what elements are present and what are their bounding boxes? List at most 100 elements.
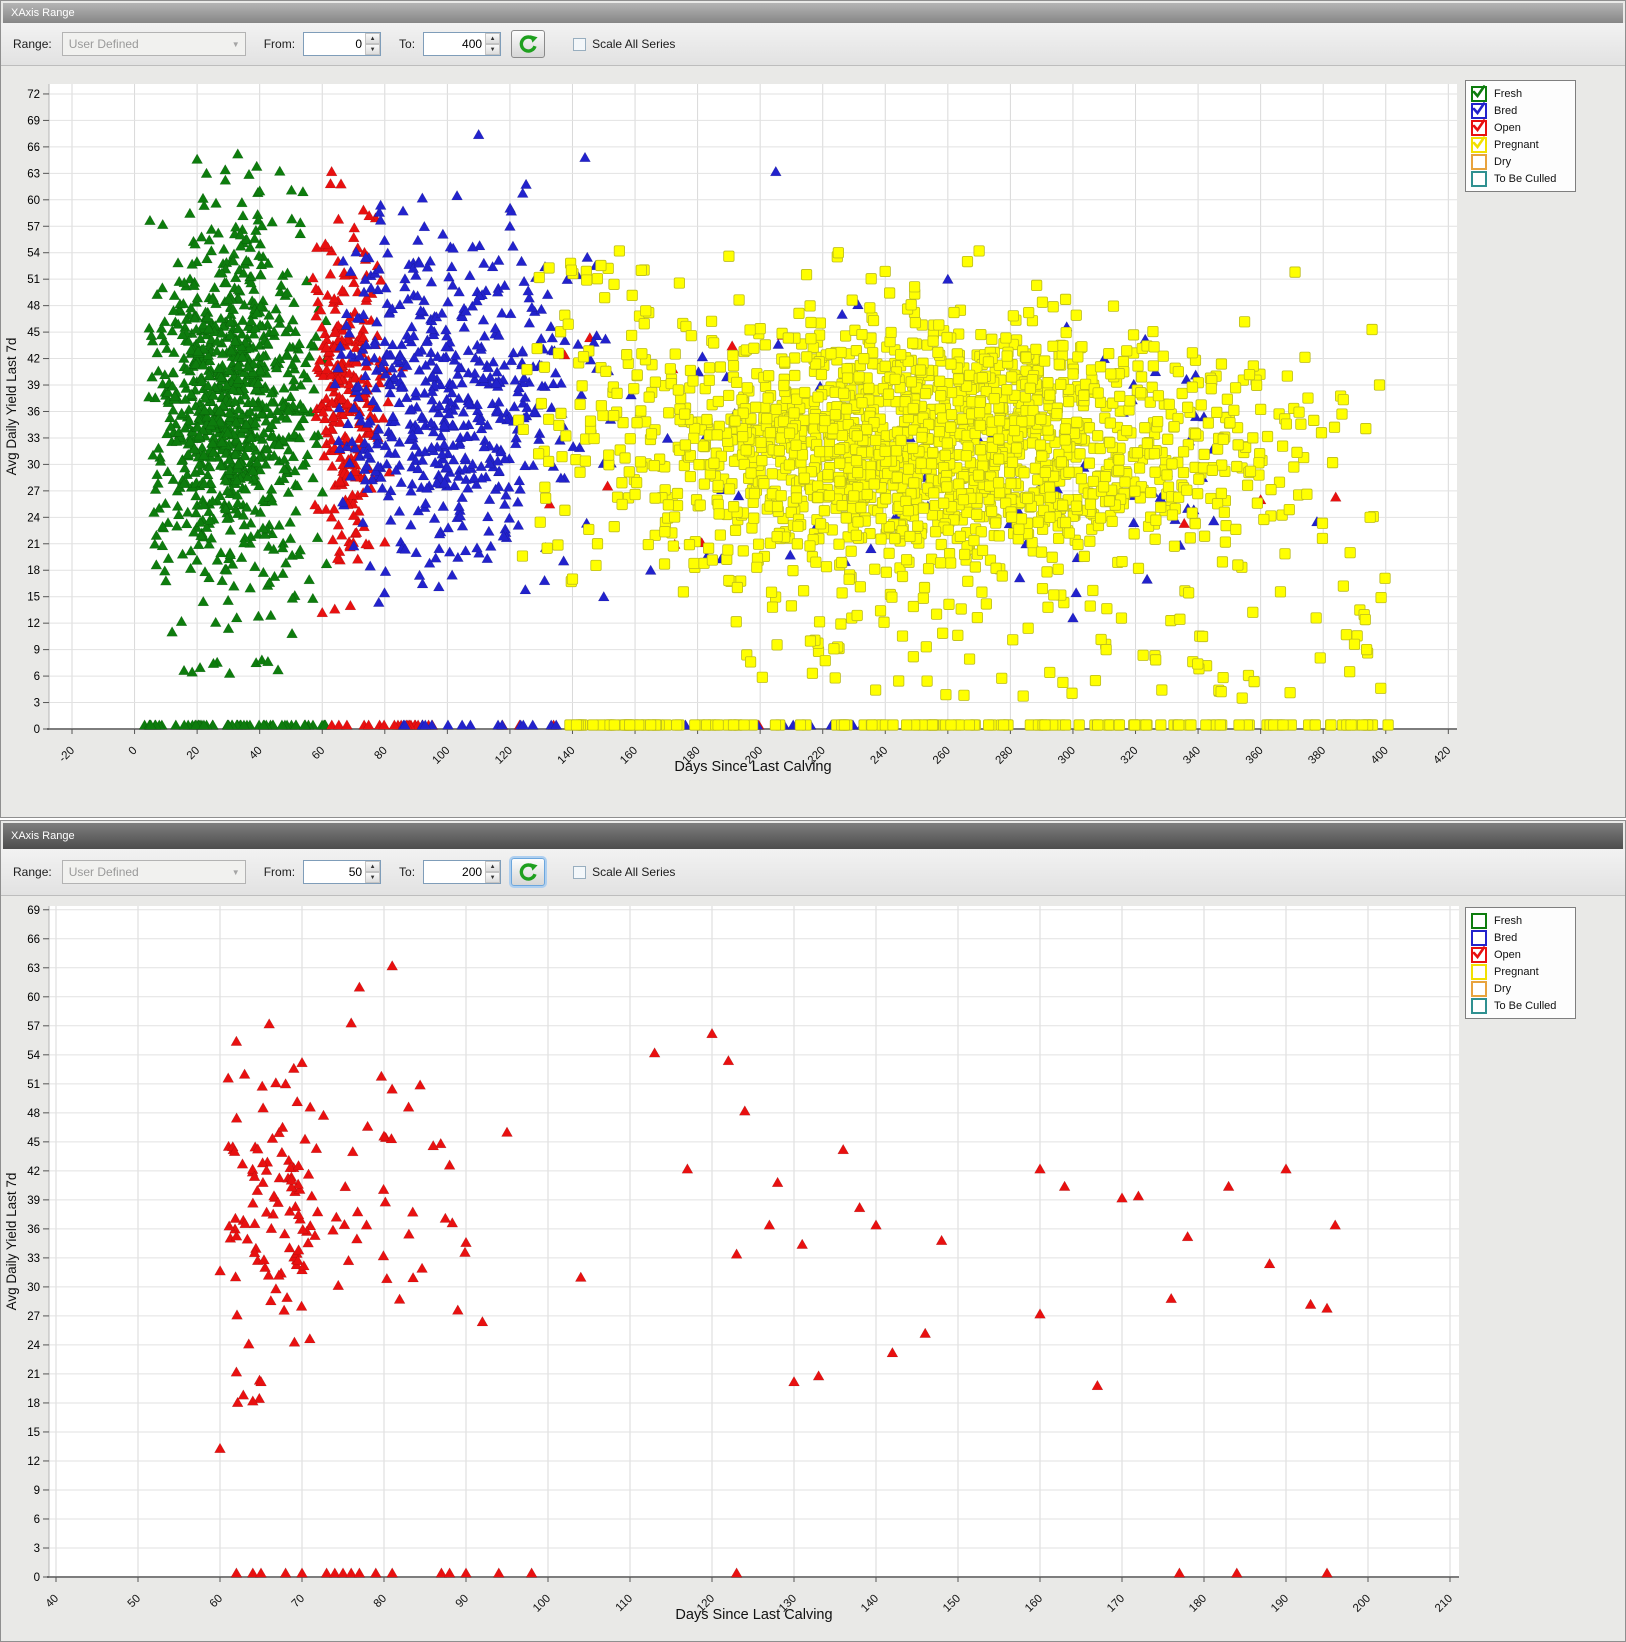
legend-checkbox-pregnant[interactable] — [1471, 964, 1487, 980]
chart-region: 0369121518212427303336394245485154576063… — [1, 66, 1626, 818]
legend-item-to-be-culled[interactable]: To Be Culled — [1471, 170, 1567, 187]
legend-item-pregnant[interactable]: Pregnant — [1471, 136, 1567, 153]
svg-text:57: 57 — [27, 221, 40, 233]
svg-text:200: 200 — [1351, 1593, 1373, 1615]
svg-text:210: 210 — [1433, 1593, 1455, 1615]
scale-all-series-label: Scale All Series — [592, 865, 675, 879]
to-input[interactable] — [424, 861, 485, 883]
panel-title: XAxis Range — [11, 7, 75, 19]
svg-text:40: 40 — [44, 1593, 62, 1611]
svg-text:120: 120 — [493, 745, 515, 767]
from-input[interactable] — [304, 33, 365, 55]
svg-text:360: 360 — [1244, 745, 1266, 767]
to-input[interactable] — [424, 33, 485, 55]
svg-text:24: 24 — [27, 512, 40, 524]
svg-text:54: 54 — [27, 248, 40, 260]
chart-legend: FreshBredOpen Pregnant Dry To Be Culled — [1465, 907, 1576, 1019]
to-spinner: ▲ ▼ — [423, 860, 501, 884]
svg-text:9: 9 — [34, 1485, 40, 1497]
legend-checkbox-to-be-culled[interactable] — [1471, 171, 1487, 187]
legend-item-bred[interactable]: Bred — [1471, 929, 1567, 946]
to-label: To: — [399, 37, 415, 51]
legend-label-dry: Dry — [1494, 983, 1511, 995]
svg-text:150: 150 — [941, 1593, 963, 1615]
spin-up-icon[interactable]: ▲ — [485, 861, 500, 872]
svg-text:63: 63 — [27, 963, 40, 975]
legend-checkbox-bred[interactable] — [1471, 930, 1487, 946]
svg-text:24: 24 — [27, 1340, 40, 1352]
svg-text:380: 380 — [1306, 745, 1328, 767]
range-label: Range: — [13, 37, 52, 51]
legend-item-open[interactable]: Open — [1471, 119, 1567, 136]
svg-text:70: 70 — [290, 1593, 308, 1611]
legend-item-open[interactable]: Open — [1471, 946, 1567, 963]
legend-item-dry[interactable]: Dry — [1471, 980, 1567, 997]
legend-checkbox-fresh[interactable] — [1471, 86, 1487, 102]
legend-checkbox-open[interactable] — [1471, 120, 1487, 136]
xaxis-range-panel-top: XAxis Range Range: User Defined ▼ From: … — [0, 0, 1626, 818]
svg-text:80: 80 — [372, 745, 390, 763]
panel-titlebar[interactable]: XAxis Range — [3, 823, 1623, 849]
legend-label-pregnant: Pregnant — [1494, 966, 1539, 978]
spin-down-icon[interactable]: ▼ — [485, 872, 500, 883]
legend-checkbox-dry[interactable] — [1471, 981, 1487, 997]
svg-text:260: 260 — [931, 745, 953, 767]
scale-all-series-checkbox[interactable]: Scale All Series — [573, 865, 675, 879]
svg-text:18: 18 — [27, 1398, 40, 1410]
legend-label-pregnant: Pregnant — [1494, 139, 1539, 151]
legend-checkbox-to-be-culled[interactable] — [1471, 998, 1487, 1014]
svg-text:190: 190 — [1269, 1593, 1291, 1615]
svg-text:90: 90 — [454, 1593, 472, 1611]
chart-region: 0369121518212427303336394245485154576063… — [1, 896, 1626, 1642]
svg-text:60: 60 — [208, 1593, 226, 1611]
legend-item-bred[interactable]: Bred — [1471, 102, 1567, 119]
spin-down-icon[interactable]: ▼ — [485, 44, 500, 55]
refresh-button[interactable] — [511, 30, 545, 58]
from-spinner: ▲ ▼ — [303, 32, 381, 56]
spin-up-icon[interactable]: ▲ — [485, 33, 500, 44]
legend-checkbox-open[interactable] — [1471, 947, 1487, 963]
scale-all-series-label: Scale All Series — [592, 37, 675, 51]
chart-legend: FreshBredOpen Pregnant DryTo Be Culled — [1465, 80, 1576, 192]
to-label: To: — [399, 865, 415, 879]
legend-checkbox-fresh[interactable] — [1471, 913, 1487, 929]
svg-text:-20: -20 — [57, 745, 77, 765]
check-icon — [1471, 945, 1487, 961]
check-icon — [1471, 118, 1487, 134]
legend-item-fresh[interactable]: Fresh — [1471, 912, 1567, 929]
svg-text:3: 3 — [34, 1543, 40, 1555]
svg-text:420: 420 — [1431, 745, 1453, 767]
panel-titlebar[interactable]: XAxis Range — [3, 3, 1623, 23]
spin-up-icon[interactable]: ▲ — [365, 33, 380, 44]
from-input[interactable] — [304, 861, 365, 883]
svg-text:42: 42 — [27, 354, 40, 366]
scale-all-series-checkbox[interactable]: Scale All Series — [573, 37, 675, 51]
legend-item-to-be-culled[interactable]: To Be Culled — [1471, 997, 1567, 1014]
legend-item-dry[interactable]: Dry — [1471, 153, 1567, 170]
range-dropdown[interactable]: User Defined ▼ — [62, 860, 246, 884]
refresh-icon — [518, 862, 538, 882]
svg-text:12: 12 — [27, 618, 40, 630]
legend-item-pregnant[interactable]: Pregnant — [1471, 963, 1567, 980]
check-icon — [1471, 84, 1487, 100]
legend-checkbox-dry[interactable] — [1471, 154, 1487, 170]
svg-text:39: 39 — [27, 1195, 40, 1207]
legend-checkbox-bred[interactable] — [1471, 103, 1487, 119]
to-spinner: ▲ ▼ — [423, 32, 501, 56]
legend-item-fresh[interactable]: Fresh — [1471, 85, 1567, 102]
svg-text:160: 160 — [618, 745, 640, 767]
svg-text:51: 51 — [27, 274, 40, 286]
spin-up-icon[interactable]: ▲ — [365, 861, 380, 872]
svg-text:48: 48 — [27, 1108, 40, 1120]
svg-text:0: 0 — [34, 1572, 40, 1584]
spin-down-icon[interactable]: ▼ — [365, 872, 380, 883]
refresh-button[interactable] — [511, 858, 545, 886]
svg-text:69: 69 — [27, 905, 40, 917]
svg-text:50: 50 — [126, 1593, 144, 1611]
svg-text:20: 20 — [185, 745, 203, 763]
svg-text:12: 12 — [27, 1456, 40, 1468]
legend-checkbox-pregnant[interactable] — [1471, 137, 1487, 153]
range-dropdown[interactable]: User Defined ▼ — [62, 32, 246, 56]
svg-text:21: 21 — [27, 539, 40, 551]
spin-down-icon[interactable]: ▼ — [365, 44, 380, 55]
